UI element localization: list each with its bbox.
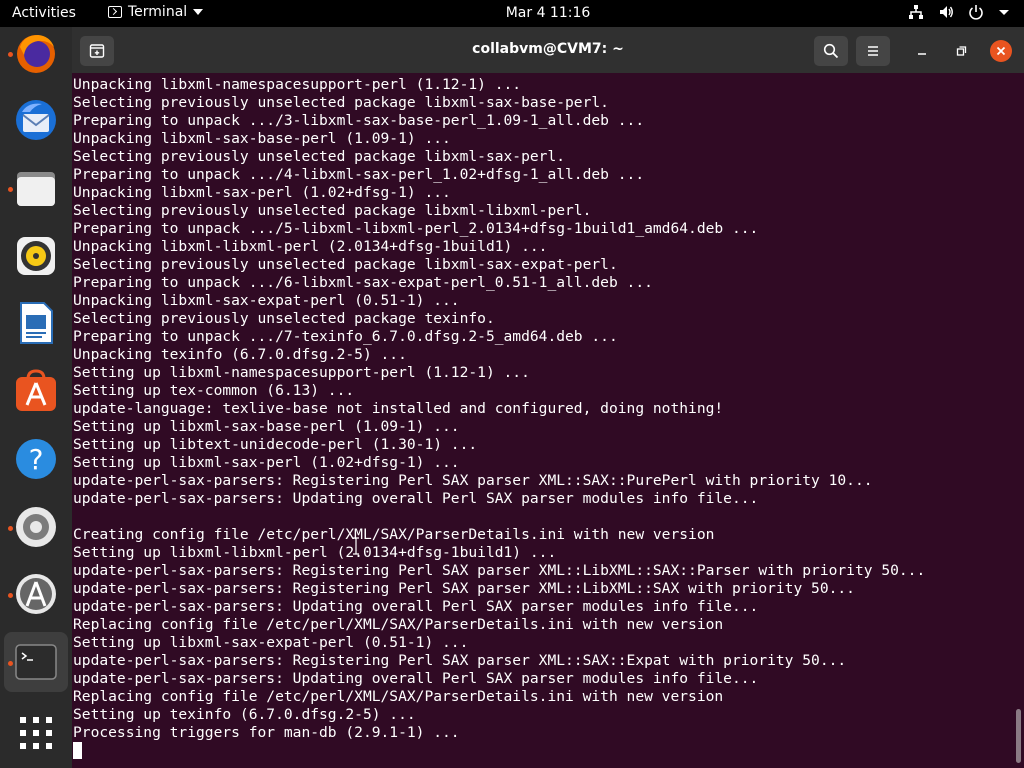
- network-icon: [909, 5, 923, 19]
- terminal-line: update-language: texlive-base not instal…: [73, 400, 724, 417]
- running-indicator: [8, 526, 13, 531]
- terminal-line: Unpacking libxml-libxml-perl (2.0134+dfs…: [73, 238, 548, 255]
- help-icon: ?: [16, 439, 56, 479]
- chevron-down-icon: [999, 10, 1009, 15]
- dock-item-files[interactable]: [4, 158, 68, 218]
- terminal-line: Setting up libtext-unidecode-perl (1.30-…: [73, 436, 478, 453]
- search-button[interactable]: [814, 36, 848, 66]
- terminal-line: Setting up libxml-sax-expat-perl (0.51-1…: [73, 634, 469, 651]
- dock-item-libreoffice-writer[interactable]: [4, 293, 68, 353]
- terminal-line: update-perl-sax-parsers: Updating overal…: [73, 598, 759, 615]
- dock-item-ubuntu-software[interactable]: [4, 361, 68, 421]
- terminal-line: Setting up libxml-sax-base-perl (1.09-1)…: [73, 418, 460, 435]
- terminal-line: update-perl-sax-parsers: Registering Per…: [73, 562, 926, 579]
- terminal-line: Selecting previously unselected package …: [73, 256, 618, 273]
- terminal-line: Processing triggers for man-db (2.9.1-1)…: [73, 724, 460, 741]
- terminal-line: Unpacking libxml-sax-base-perl (1.09-1) …: [73, 130, 451, 147]
- software-icon: [16, 369, 56, 411]
- terminal-line: Replacing config file /etc/perl/XML/SAX/…: [73, 616, 724, 633]
- dock-item-firefox[interactable]: [4, 23, 68, 83]
- thunderbird-icon: [16, 100, 56, 140]
- terminal-line: Replacing config file /etc/perl/XML/SAX/…: [73, 688, 724, 705]
- system-tray[interactable]: [908, 4, 1010, 20]
- terminal-line: Setting up libxml-libxml-perl (2.0134+df…: [73, 544, 557, 561]
- volume-icon: [940, 6, 953, 18]
- terminal-line: Preparing to unpack .../6-libxml-sax-exp…: [73, 274, 653, 291]
- dock: ?: [0, 27, 72, 768]
- terminal-window: collabvm@CVM7: ~ Unpacking libxml-namesp…: [72, 27, 1024, 768]
- dock-item-terminal[interactable]: [4, 632, 68, 692]
- terminal-line: Preparing to unpack .../3-libxml-sax-bas…: [73, 112, 645, 129]
- terminal-line: update-perl-sax-parsers: Registering Per…: [73, 652, 847, 669]
- svg-text:?: ?: [29, 443, 44, 476]
- dock-item-rhythmbox[interactable]: [4, 226, 68, 286]
- firefox-icon: [17, 35, 55, 73]
- running-indicator: [8, 661, 13, 666]
- terminal-line: Unpacking libxml-namespacesupport-perl (…: [73, 76, 522, 93]
- terminal-line: Setting up libxml-sax-perl (1.02+dfsg-1)…: [73, 454, 460, 471]
- dock-item-thunderbird[interactable]: [4, 90, 68, 150]
- terminal-line: Unpacking texinfo (6.7.0.dfsg.2-5) ...: [73, 346, 407, 363]
- terminal-line: Preparing to unpack .../7-texinfo_6.7.0.…: [73, 328, 618, 345]
- terminal-line: update-perl-sax-parsers: Registering Per…: [73, 472, 873, 489]
- rhythmbox-icon: [17, 237, 55, 275]
- terminal-line: Creating config file /etc/perl/XML/SAX/P…: [73, 526, 715, 543]
- terminal-line: Selecting previously unselected package …: [73, 94, 609, 111]
- search-icon: [823, 43, 839, 59]
- top-bar: Activities Terminal Mar 4 11:16: [0, 0, 1024, 27]
- terminal-line: Selecting previously unselected package …: [73, 202, 592, 219]
- text-cursor: [73, 742, 82, 759]
- terminal-icon: [15, 644, 57, 680]
- running-indicator: [8, 52, 13, 57]
- restore-button[interactable]: [951, 41, 971, 61]
- terminal-scrollbar[interactable]: [1016, 709, 1021, 763]
- running-indicator: [8, 593, 13, 598]
- terminal-line: Selecting previously unselected package …: [73, 310, 495, 327]
- power-icon: [969, 5, 983, 20]
- terminal-line: Preparing to unpack .../4-libxml-sax-per…: [73, 166, 645, 183]
- dock-item-settings[interactable]: [4, 497, 68, 557]
- close-button[interactable]: [990, 40, 1012, 62]
- terminal-line: Setting up tex-common (6.13) ...: [73, 382, 355, 399]
- terminal-line: Selecting previously unselected package …: [73, 148, 566, 165]
- terminal-line: Setting up texinfo (6.7.0.dfsg.2-5) ...: [73, 706, 416, 723]
- settings-icon: [16, 507, 56, 547]
- terminal-line: update-perl-sax-parsers: Registering Per…: [73, 580, 855, 597]
- writer-icon: [20, 302, 53, 344]
- mouse-ibeam-cursor-icon: [353, 537, 359, 555]
- terminal-line: Preparing to unpack .../5-libxml-libxml-…: [73, 220, 759, 237]
- updater-icon: [16, 574, 56, 614]
- dock-item-show-applications[interactable]: [4, 703, 68, 763]
- terminal-line: update-perl-sax-parsers: Updating overal…: [73, 670, 759, 687]
- window-titlebar[interactable]: collabvm@CVM7: ~: [72, 27, 1024, 73]
- terminal-line: Unpacking libxml-sax-perl (1.02+dfsg-1) …: [73, 184, 451, 201]
- running-indicator: [8, 187, 13, 192]
- terminal-lines: Unpacking libxml-namespacesupport-perl (…: [73, 76, 925, 742]
- hamburger-icon: [868, 46, 878, 56]
- terminal-line: update-perl-sax-parsers: Updating overal…: [73, 490, 759, 507]
- terminal-output[interactable]: Unpacking libxml-namespacesupport-perl (…: [72, 73, 1024, 768]
- terminal-line: Unpacking libxml-sax-expat-perl (0.51-1)…: [73, 292, 460, 309]
- app-grid-icon: [20, 717, 52, 749]
- minimize-button[interactable]: [912, 41, 932, 61]
- menu-button[interactable]: [856, 36, 890, 66]
- clock[interactable]: Mar 4 11:16: [0, 5, 1024, 21]
- terminal-line: Setting up libxml-namespacesupport-perl …: [73, 364, 530, 381]
- dock-item-software-updater[interactable]: [4, 564, 68, 624]
- dock-item-help[interactable]: ?: [4, 429, 68, 489]
- files-icon: [17, 172, 55, 206]
